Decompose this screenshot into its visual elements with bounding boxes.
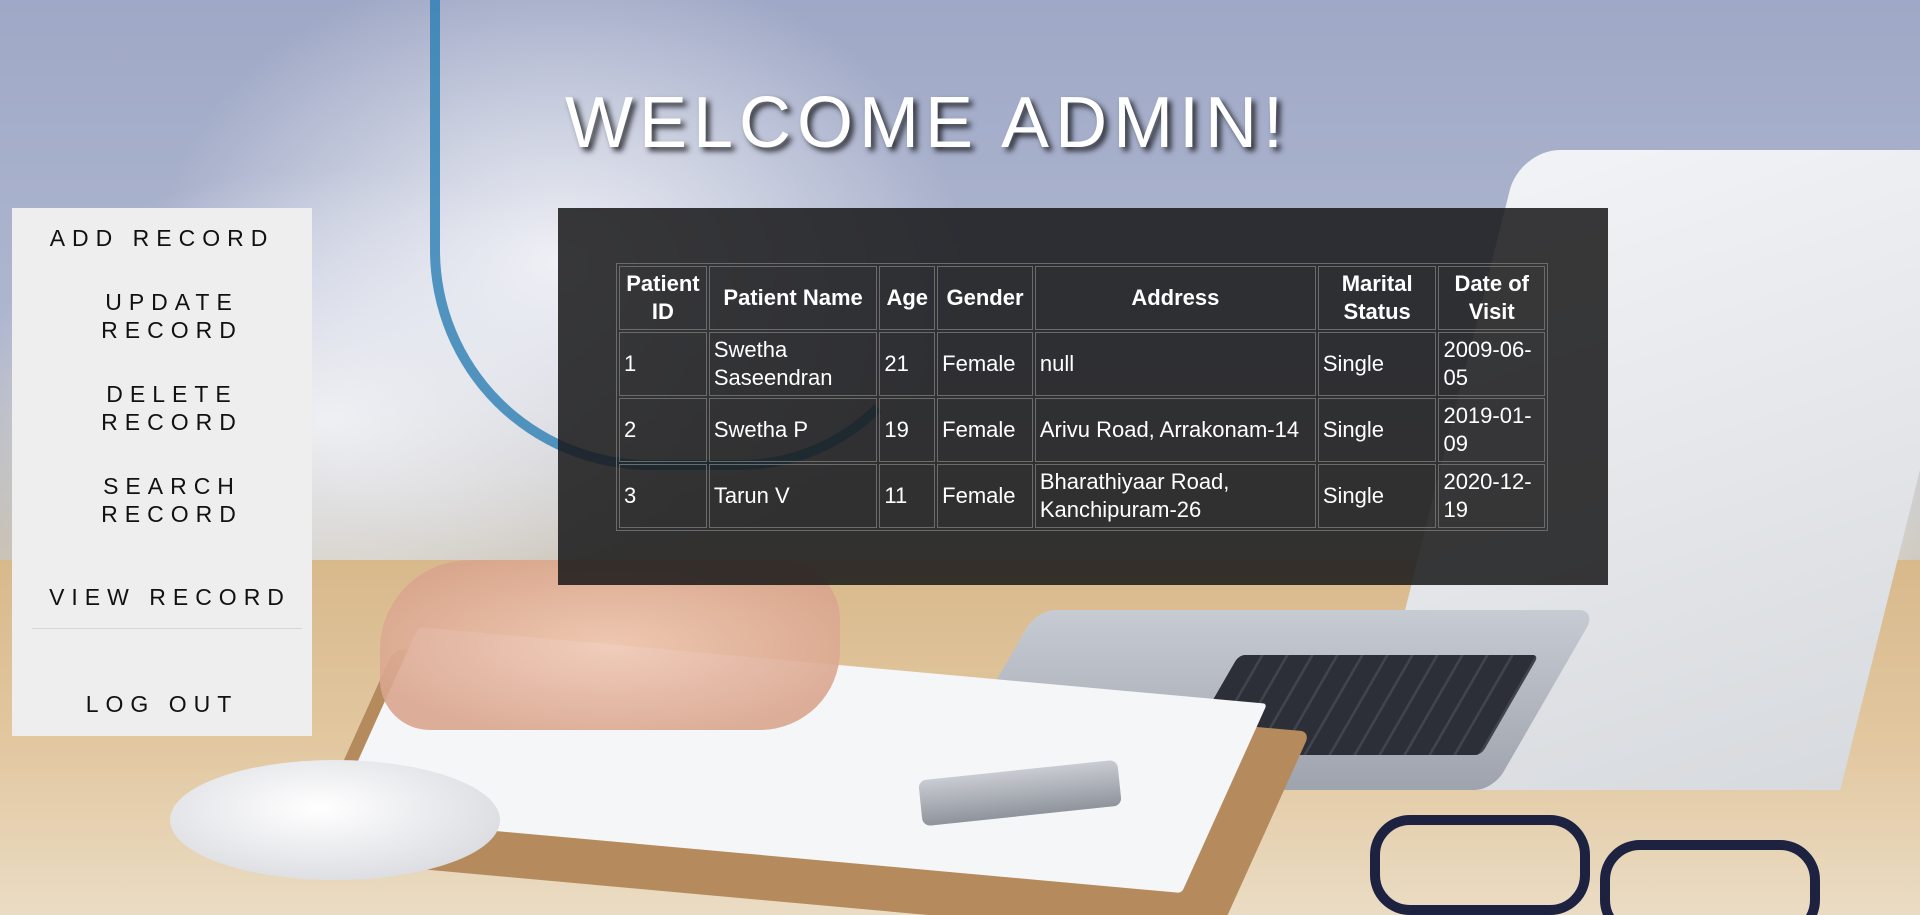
- cell-marital-status: Single: [1317, 332, 1437, 396]
- background-mouse: [170, 760, 500, 880]
- nav-view-record[interactable]: VIEW RECORD: [20, 583, 320, 611]
- nav-add-record[interactable]: ADD RECORD: [12, 224, 312, 252]
- cell-patient-id: 3: [619, 464, 707, 528]
- header-gender: Gender: [937, 266, 1033, 330]
- page-title: WELCOME ADMIN!: [565, 83, 1290, 163]
- cell-date-of-visit: 2019-01-09: [1438, 398, 1545, 462]
- table-row: 2 Swetha P 19 Female Arivu Road, Arrakon…: [619, 398, 1545, 462]
- cell-age: 21: [879, 332, 936, 396]
- nav-update-record[interactable]: UPDATE RECORD: [72, 288, 272, 344]
- table-header-row: Patient ID Patient Name Age Gender Addre…: [619, 266, 1545, 330]
- cell-marital-status: Single: [1317, 464, 1437, 528]
- patient-records-table: Patient ID Patient Name Age Gender Addre…: [616, 263, 1548, 531]
- header-age: Age: [879, 266, 936, 330]
- admin-dashboard: WELCOME ADMIN! ADD RECORD UPDATE RECORD …: [0, 0, 1920, 915]
- cell-gender: Female: [937, 398, 1033, 462]
- background-glasses-left: [1370, 815, 1590, 915]
- table-row: 3 Tarun V 11 Female Bharathiyaar Road, K…: [619, 464, 1545, 528]
- header-date-of-visit: Date of Visit: [1438, 266, 1545, 330]
- cell-patient-id: 1: [619, 332, 707, 396]
- cell-address: Arivu Road, Arrakonam-14: [1034, 398, 1316, 462]
- header-address: Address: [1034, 266, 1316, 330]
- nav-delete-record[interactable]: DELETE RECORD: [72, 380, 272, 436]
- cell-gender: Female: [937, 332, 1033, 396]
- header-patient-id: Patient ID: [619, 266, 707, 330]
- table-row: 1 Swetha Saseendran 21 Female null Singl…: [619, 332, 1545, 396]
- cell-gender: Female: [937, 464, 1033, 528]
- cell-age: 19: [879, 398, 936, 462]
- header-patient-name: Patient Name: [708, 266, 878, 330]
- nav-log-out[interactable]: LOG OUT: [12, 690, 312, 718]
- cell-patient-name: Tarun V: [708, 464, 878, 528]
- cell-address: Bharathiyaar Road, Kanchipuram-26: [1034, 464, 1316, 528]
- records-panel: Patient ID Patient Name Age Gender Addre…: [558, 208, 1608, 585]
- cell-marital-status: Single: [1317, 398, 1437, 462]
- cell-date-of-visit: 2009-06-05: [1438, 332, 1545, 396]
- cell-patient-id: 2: [619, 398, 707, 462]
- cell-date-of-visit: 2020-12-19: [1438, 464, 1545, 528]
- background-hand: [380, 560, 840, 730]
- cell-patient-name: Swetha Saseendran: [708, 332, 878, 396]
- background-glasses-right: [1600, 840, 1820, 915]
- cell-age: 11: [879, 464, 936, 528]
- header-marital-status: Marital Status: [1317, 266, 1437, 330]
- nav-search-record[interactable]: SEARCH RECORD: [72, 472, 272, 528]
- cell-address: null: [1034, 332, 1316, 396]
- sidebar: ADD RECORD UPDATE RECORD DELETE RECORD S…: [12, 208, 312, 736]
- nav-divider: [32, 628, 302, 629]
- cell-patient-name: Swetha P: [708, 398, 878, 462]
